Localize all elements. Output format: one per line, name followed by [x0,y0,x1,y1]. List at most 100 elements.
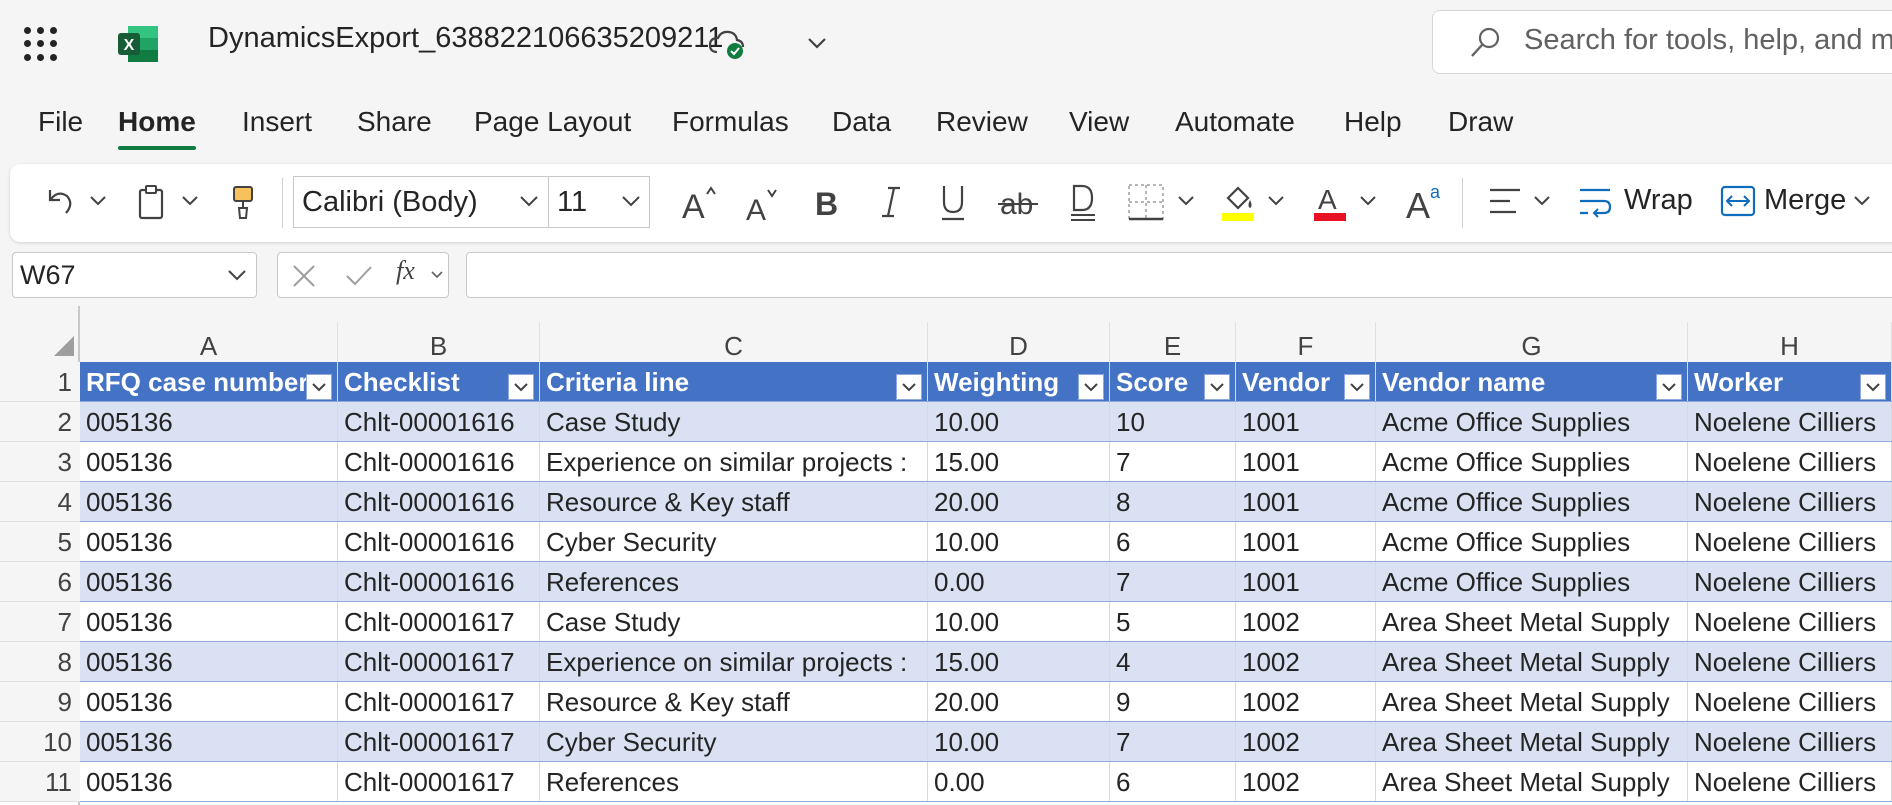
bold-icon[interactable]: B [812,184,842,220]
table-cell[interactable]: 20.00 [928,682,1110,722]
table-cell[interactable]: Chlt-00001616 [338,482,540,522]
table-cell[interactable]: 6 [1110,522,1236,562]
table-cell[interactable]: Noelene Cilliers [1688,442,1892,482]
table-cell[interactable]: 8 [1110,482,1236,522]
table-cell[interactable]: Acme Office Supplies [1376,442,1688,482]
table-cell[interactable]: Chlt-00001617 [338,602,540,642]
table-cell[interactable]: 10.00 [928,722,1110,762]
table-cell[interactable]: Experience on similar projects : [540,642,928,682]
table-cell[interactable]: 10 [1110,402,1236,442]
column-header-e[interactable]: E [1110,322,1236,362]
tab-formulas[interactable]: Formulas [672,106,789,138]
select-all-triangle-icon[interactable] [52,334,76,358]
paste-icon[interactable] [136,184,168,220]
row-header[interactable]: 3 [0,442,80,482]
column-header-h[interactable]: H [1688,322,1892,362]
table-cell[interactable]: 005136 [80,642,338,682]
table-cell[interactable]: 0.00 [928,562,1110,602]
tab-insert[interactable]: Insert [242,106,312,138]
column-header-a[interactable]: A [80,322,338,362]
table-cell[interactable]: Noelene Cilliers [1688,562,1892,602]
column-header-d[interactable]: D [928,322,1110,362]
table-cell[interactable]: 005136 [80,442,338,482]
cloud-saved-icon[interactable] [708,28,746,60]
table-cell[interactable]: 1001 [1236,522,1376,562]
underline-icon[interactable] [938,182,968,222]
table-cell[interactable]: Noelene Cilliers [1688,482,1892,522]
text-effects-icon[interactable]: Aa [1404,180,1446,222]
increase-font-size-icon[interactable]: A [680,182,720,222]
tab-draw[interactable]: Draw [1448,106,1513,138]
decrease-font-size-icon[interactable]: A [744,184,784,222]
table-cell[interactable]: 005136 [80,722,338,762]
font-name-chevron-down-icon[interactable] [518,194,540,208]
name-box-chevron-down-icon[interactable] [226,268,248,282]
table-cell[interactable]: 005136 [80,762,338,802]
table-cell[interactable]: 1002 [1236,602,1376,642]
format-painter-icon[interactable] [228,184,258,220]
align-left-icon[interactable] [1488,186,1522,216]
font-name-select[interactable]: Calibri (Body) [293,176,549,228]
tab-automate[interactable]: Automate [1175,106,1295,138]
enter-check-icon[interactable] [344,262,374,290]
row-header[interactable]: 1 [0,362,80,402]
table-cell[interactable]: Chlt-00001617 [338,682,540,722]
table-cell[interactable]: 005136 [80,562,338,602]
font-color-chevron-down-icon[interactable] [1358,194,1378,208]
table-cell[interactable]: 005136 [80,402,338,442]
table-cell[interactable]: 6 [1110,762,1236,802]
undo-chevron-down-icon[interactable] [88,194,108,208]
table-cell[interactable]: 005136 [80,522,338,562]
filter-dropdown-icon[interactable] [896,374,922,400]
insert-function-button[interactable]: fx [396,256,415,286]
table-cell[interactable]: Noelene Cilliers [1688,722,1892,762]
table-cell[interactable]: 4 [1110,642,1236,682]
column-header-c[interactable]: C [540,322,928,362]
title-chevron-down-icon[interactable] [806,34,828,52]
table-cell[interactable]: 7 [1110,722,1236,762]
table-cell[interactable]: References [540,562,928,602]
filter-dropdown-icon[interactable] [1204,374,1230,400]
tab-page-layout[interactable]: Page Layout [474,106,631,138]
table-cell[interactable]: 7 [1110,562,1236,602]
row-header[interactable]: 9 [0,682,80,722]
table-cell[interactable]: 15.00 [928,442,1110,482]
table-cell[interactable]: 0.00 [928,762,1110,802]
app-launcher-icon[interactable] [24,27,58,61]
filter-dropdown-icon[interactable] [1656,374,1682,400]
tab-review[interactable]: Review [936,106,1028,138]
table-cell[interactable]: 1001 [1236,482,1376,522]
filter-dropdown-icon[interactable] [1860,374,1886,400]
search-input[interactable]: Search for tools, help, and mo [1524,24,1892,57]
paste-chevron-down-icon[interactable] [180,194,200,208]
table-cell[interactable]: Acme Office Supplies [1376,562,1688,602]
merge-cells-icon[interactable] [1720,184,1756,218]
borders-icon[interactable] [1126,182,1166,222]
table-cell[interactable]: Noelene Cilliers [1688,682,1892,722]
table-cell[interactable]: 1001 [1236,402,1376,442]
table-cell[interactable]: Acme Office Supplies [1376,482,1688,522]
italic-icon[interactable] [876,184,906,220]
row-header[interactable]: 6 [0,562,80,602]
table-cell[interactable]: Case Study [540,602,928,642]
table-cell[interactable]: Noelene Cilliers [1688,522,1892,562]
fx-chevron-down-icon[interactable] [430,270,444,280]
table-cell[interactable]: Area Sheet Metal Supply [1376,642,1688,682]
table-cell[interactable]: 9 [1110,682,1236,722]
table-cell[interactable]: Chlt-00001617 [338,722,540,762]
table-cell[interactable]: 10.00 [928,402,1110,442]
table-cell[interactable]: Resource & Key staff [540,482,928,522]
fill-color-chevron-down-icon[interactable] [1266,194,1286,208]
row-header[interactable]: 7 [0,602,80,642]
tab-help[interactable]: Help [1344,106,1402,138]
table-cell[interactable]: 7 [1110,442,1236,482]
table-cell[interactable]: 5 [1110,602,1236,642]
table-cell[interactable]: 10.00 [928,602,1110,642]
table-cell[interactable]: Chlt-00001616 [338,562,540,602]
table-cell[interactable]: References [540,762,928,802]
table-cell[interactable]: Experience on similar projects : [540,442,928,482]
table-header-cell[interactable]: Criteria line [540,362,928,402]
filter-dropdown-icon[interactable] [1078,374,1104,400]
table-cell[interactable]: 15.00 [928,642,1110,682]
undo-icon[interactable] [42,184,76,218]
